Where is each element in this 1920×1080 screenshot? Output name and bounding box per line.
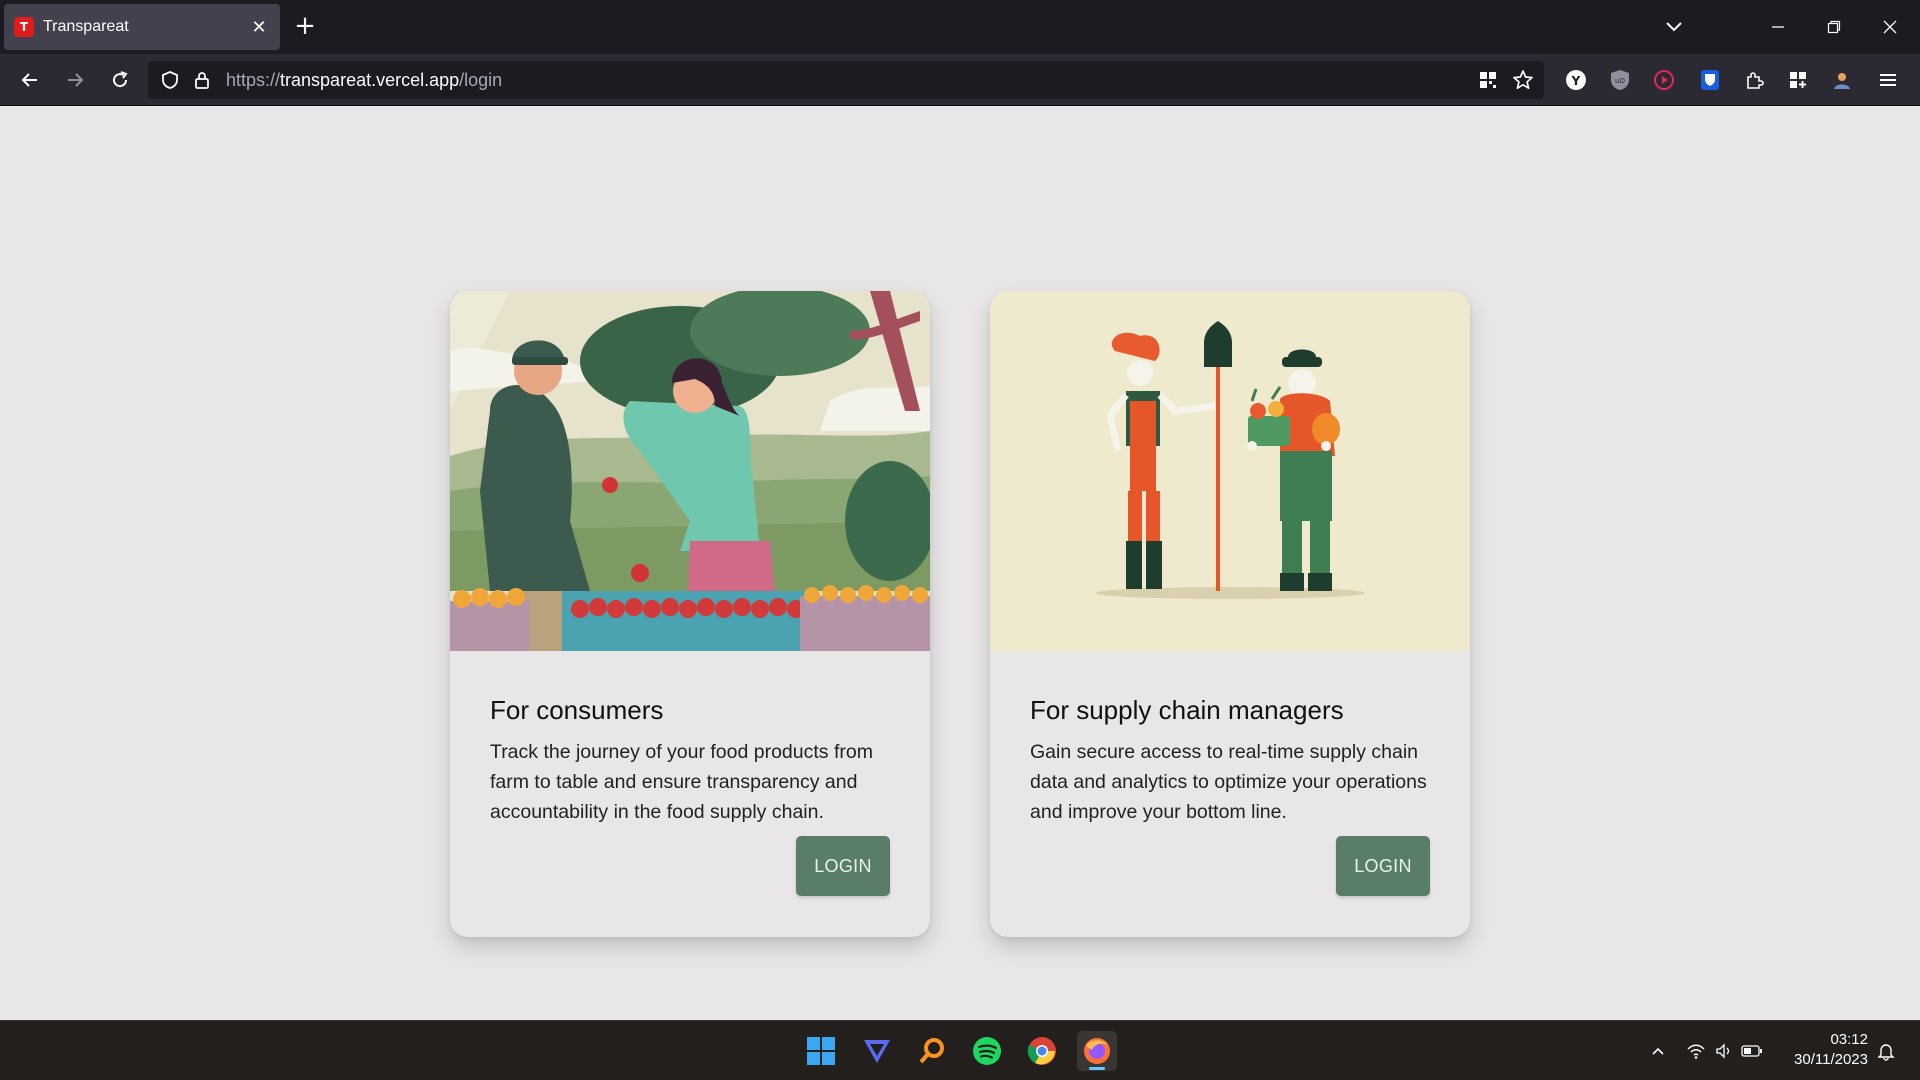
page-content: For consumers Track the journey of your …: [0, 106, 1920, 1020]
active-app-indicator: [1089, 1067, 1105, 1070]
video-player-extension-icon[interactable]: [1650, 66, 1678, 94]
clock-time: 03:12: [1830, 1031, 1868, 1048]
show-hidden-icons-chevron-icon[interactable]: [1646, 1039, 1670, 1063]
tab-favicon-icon: T: [14, 17, 34, 37]
list-tabs-icon[interactable]: [1660, 14, 1688, 40]
notifications-bell-icon[interactable]: [1874, 1039, 1898, 1063]
ublock-origin-icon[interactable]: uO: [1606, 66, 1634, 94]
wifi-icon[interactable]: [1684, 1039, 1708, 1063]
browser-nav-bar: https://transpareat.vercel.app/login Y u…: [0, 54, 1920, 106]
tracking-protection-shield-icon[interactable]: [160, 70, 180, 94]
search-app-icon[interactable]: [912, 1031, 952, 1071]
close-window-icon[interactable]: [1862, 0, 1918, 54]
spotify-icon[interactable]: [967, 1031, 1007, 1071]
bookmark-star-icon[interactable]: [1512, 69, 1534, 95]
account-avatar-icon[interactable]: [1828, 66, 1856, 94]
menu-hamburger-icon[interactable]: [1874, 66, 1902, 94]
extensions-puzzle-icon[interactable]: [1740, 66, 1768, 94]
url-text: https://transpareat.vercel.app/login: [226, 70, 503, 90]
minimize-window-icon[interactable]: [1750, 0, 1806, 54]
svg-text:Y: Y: [1571, 74, 1581, 88]
consumer-login-button[interactable]: LOGIN: [796, 836, 890, 896]
back-icon[interactable]: [14, 64, 46, 96]
qr-code-icon[interactable]: [1478, 70, 1498, 94]
windows-start-icon[interactable]: [801, 1031, 841, 1071]
vivaldi-like-app-icon[interactable]: [857, 1031, 897, 1071]
browser-tab-bar: T Transpareat ✕ +: [0, 0, 1920, 54]
battery-icon[interactable]: [1740, 1039, 1764, 1063]
bitwarden-icon[interactable]: [1696, 66, 1724, 94]
card-description-supply-chain: Gain secure access to real-time supply c…: [1030, 741, 1427, 823]
new-tab-icon[interactable]: +: [292, 13, 318, 40]
consumers-market-illustration: [450, 291, 930, 651]
restore-window-icon[interactable]: [1806, 0, 1862, 54]
reload-icon[interactable]: [104, 64, 136, 96]
card-description-consumers: Track the journey of your food products …: [490, 741, 873, 823]
url-bar[interactable]: https://transpareat.vercel.app/login: [148, 61, 1544, 99]
chrome-icon[interactable]: [1022, 1031, 1062, 1071]
browser-tab[interactable]: T Transpareat ✕: [4, 4, 280, 50]
extensions-grid-icon[interactable]: [1784, 66, 1812, 94]
yomu-extension-icon[interactable]: Y: [1562, 66, 1590, 94]
windows-taskbar: 03:12 30/11/2023: [0, 1020, 1920, 1080]
supply-chain-login-button[interactable]: LOGIN: [1336, 836, 1430, 896]
clock-date: 30/11/2023: [1794, 1051, 1868, 1068]
svg-text:uO: uO: [1615, 77, 1625, 85]
consumer-card: For consumers Track the journey of your …: [450, 291, 930, 937]
forward-icon[interactable]: [59, 64, 91, 96]
farmers-illustration: [990, 291, 1470, 651]
firefox-icon[interactable]: [1077, 1031, 1117, 1071]
volume-icon[interactable]: [1712, 1039, 1736, 1063]
card-title-supply-chain: For supply chain managers: [1030, 695, 1344, 725]
card-title-consumers: For consumers: [490, 695, 664, 725]
lock-icon[interactable]: [192, 70, 212, 94]
supply-chain-card: For supply chain managers Gain secure ac…: [990, 291, 1470, 937]
taskbar-clock[interactable]: 03:12 30/11/2023: [1778, 1030, 1868, 1070]
tab-title: Transpareat: [43, 18, 129, 35]
close-tab-icon[interactable]: ✕: [248, 16, 270, 38]
